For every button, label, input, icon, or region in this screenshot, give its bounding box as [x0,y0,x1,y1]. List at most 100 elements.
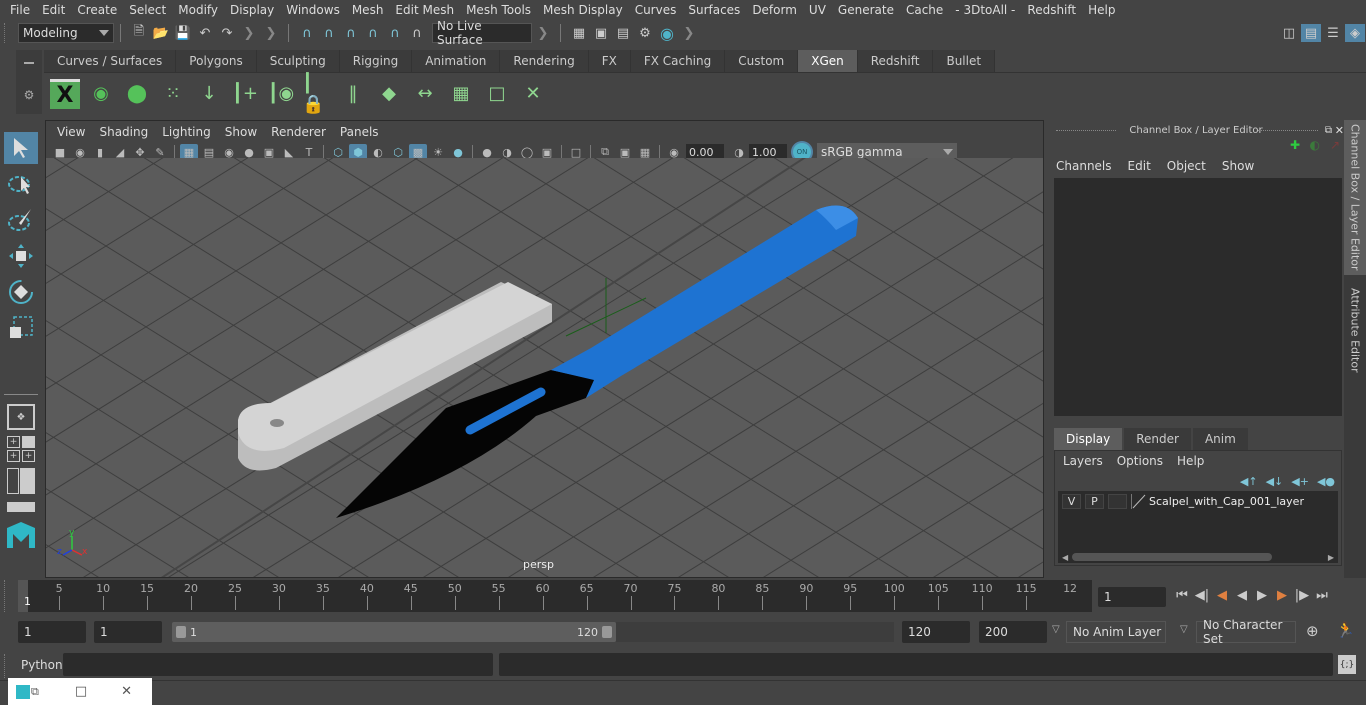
save-scene-icon[interactable]: 💾 [173,24,193,42]
menu-create[interactable]: Create [71,3,123,17]
drag-handle[interactable] [4,654,14,678]
collapse-icon[interactable]: ❯ [239,24,259,42]
step-back-frame-icon[interactable]: ◀| [1194,587,1210,603]
shelf-tab-rigging[interactable]: Rigging [339,50,413,72]
menu-curves[interactable]: Curves [629,3,683,17]
single-pane-layout[interactable]: ❖ [4,403,38,431]
menu-help[interactable]: Help [1082,3,1121,17]
menu-uv[interactable]: UV [803,3,832,17]
menu-select[interactable]: Select [123,3,172,17]
play-backwards-icon[interactable]: ◀ [1234,587,1250,603]
select-tool[interactable] [4,132,38,164]
menu-file[interactable]: File [4,3,36,17]
collapse-icon[interactable]: ❯ [533,24,553,42]
menu-generate[interactable]: Generate [832,3,900,17]
new-layer-icon[interactable]: ◀+ [1291,475,1309,488]
menu-edit[interactable]: Edit [36,3,71,17]
go-to-start-icon[interactable]: ⏮ [1174,587,1190,603]
range-start-handle[interactable] [176,626,186,638]
place-guides-icon[interactable]: ↓ [194,79,224,109]
lasso-tool[interactable] [4,168,38,200]
layer-menu-options[interactable]: Options [1117,454,1163,468]
shelf-tab-bullet[interactable]: Bullet [933,50,996,72]
attribute-editor-toggle-icon[interactable]: ▤ [1301,24,1321,42]
play-forwards-icon[interactable]: ▶ [1254,587,1270,603]
layer-menu-help[interactable]: Help [1177,454,1204,468]
snap-view-icon[interactable]: ∩ [363,24,383,42]
render-current-icon[interactable]: ▣ [591,24,611,42]
menu-mesh-tools[interactable]: Mesh Tools [460,3,537,17]
frame-guides-icon[interactable]: □ [482,79,512,109]
horizontal-scrollbar[interactable]: ◀ ▶ [1058,551,1338,563]
step-forward-key-icon[interactable]: ▶ [1274,587,1290,603]
scene-canvas[interactable]: y x z persp [46,158,1043,577]
gear-icon[interactable]: ⚙ [16,88,42,102]
animation-preferences-icon[interactable]: 🏃 [1336,621,1355,639]
shelf-tab-curves-surfaces[interactable]: Curves / Surfaces [44,50,177,72]
mode-selector[interactable]: Modeling [18,23,114,43]
menu-mesh[interactable]: Mesh [346,3,390,17]
menu-windows[interactable]: Windows [280,3,346,17]
live-surface-field[interactable]: No Live Surface [432,19,532,47]
current-frame-field[interactable]: 1 [1098,587,1166,607]
select-guides-icon[interactable]: ▦ [446,79,476,109]
menu-display[interactable]: Display [224,3,280,17]
hypershade-icon[interactable]: ◉ [657,24,677,43]
channel-menu-edit[interactable]: Edit [1128,159,1151,173]
range-slider[interactable]: 1 120 [172,622,616,642]
shelf-tab-sculpting[interactable]: Sculpting [256,50,340,72]
channel-menu-show[interactable]: Show [1222,159,1254,173]
snap-live-icon[interactable]: ∩ [407,24,427,42]
command-language-label[interactable]: Python [21,658,63,672]
ipr-render-icon[interactable]: ▤ [613,24,633,42]
maximize-icon[interactable]: □ [75,684,87,699]
outliner-persp-layout[interactable] [4,467,38,495]
layer-menu-layers[interactable]: Layers [1063,454,1103,468]
tool-settings-toggle-icon[interactable]: ☰ [1323,24,1343,42]
preview-icon[interactable]: ◉ [86,79,116,109]
new-scene-icon[interactable]: 🗎 [129,24,149,42]
snap-surface-icon[interactable]: ∩ [385,24,405,42]
shelf-tab-redshift[interactable]: Redshift [857,50,934,72]
character-set-dropdown-icon[interactable]: ▽ [1180,624,1188,635]
four-pane-layout[interactable]: + + + [4,435,38,463]
layer-tab-anim[interactable]: Anim [1192,428,1248,450]
time-slider[interactable]: 1 5 10 15 20 25 30 35 40 45 50 55 60 65 70 75 80 85 90 95 1… [18,580,1092,612]
scale-tool[interactable] [4,312,38,344]
minimized-window[interactable]: ⧉ □ ✕ [8,678,152,705]
drag-handle[interactable] [4,23,18,43]
move-layer-down-icon[interactable]: ◀↓ [1266,475,1284,488]
anim-layer-selector[interactable]: No Anim Layer [1066,621,1166,643]
menu-deform[interactable]: Deform [746,3,803,17]
manipulator-icon[interactable]: ✚ [1290,138,1300,152]
layer-row[interactable]: V P Scalpel_with_Cap_001_layer [1058,491,1338,511]
undo-icon[interactable]: ↶ [195,24,215,42]
channel-menu-object[interactable]: Object [1167,159,1206,173]
collapse-icon[interactable]: ❯ [679,24,699,42]
rotate-tool[interactable] [4,276,38,308]
persp-graph-layout[interactable] [4,499,38,515]
layer-tab-render[interactable]: Render [1124,428,1191,450]
layer-tab-display[interactable]: Display [1054,428,1123,450]
step-forward-frame-icon[interactable]: |▶ [1294,587,1310,603]
lock-guides-icon[interactable]: ┃🔒 [302,73,332,115]
shelf-tab-rendering[interactable]: Rendering [500,50,589,72]
tab-channel-box[interactable]: Channel Box / Layer Editor [1344,120,1366,275]
channel-list[interactable] [1054,178,1342,416]
paint-select-tool[interactable] [4,204,38,236]
display-type-toggle[interactable] [1108,493,1127,509]
menu-mesh-display[interactable]: Mesh Display [537,3,629,17]
guide-stems-icon[interactable]: ‖ [338,79,368,109]
redo-icon[interactable]: ↷ [217,24,237,42]
render-view-icon[interactable]: ▦ [569,24,589,42]
close-icon[interactable]: ✕ [1335,124,1344,137]
go-to-end-icon[interactable]: ⏭ [1314,587,1330,603]
restore-icon[interactable]: ⧉ [31,685,39,699]
snap-point-icon[interactable]: ∩ [341,24,361,42]
collapse-icon[interactable]: ❯ [261,24,281,42]
scrollbar-thumb[interactable] [1072,553,1273,561]
script-editor-icon[interactable]: {;} [1338,655,1356,674]
menu-surfaces[interactable]: Surfaces [682,3,746,17]
menu-3dtoall[interactable]: - 3DtoAll - [949,3,1021,17]
viewport-menu-panels[interactable]: Panels [333,125,386,139]
